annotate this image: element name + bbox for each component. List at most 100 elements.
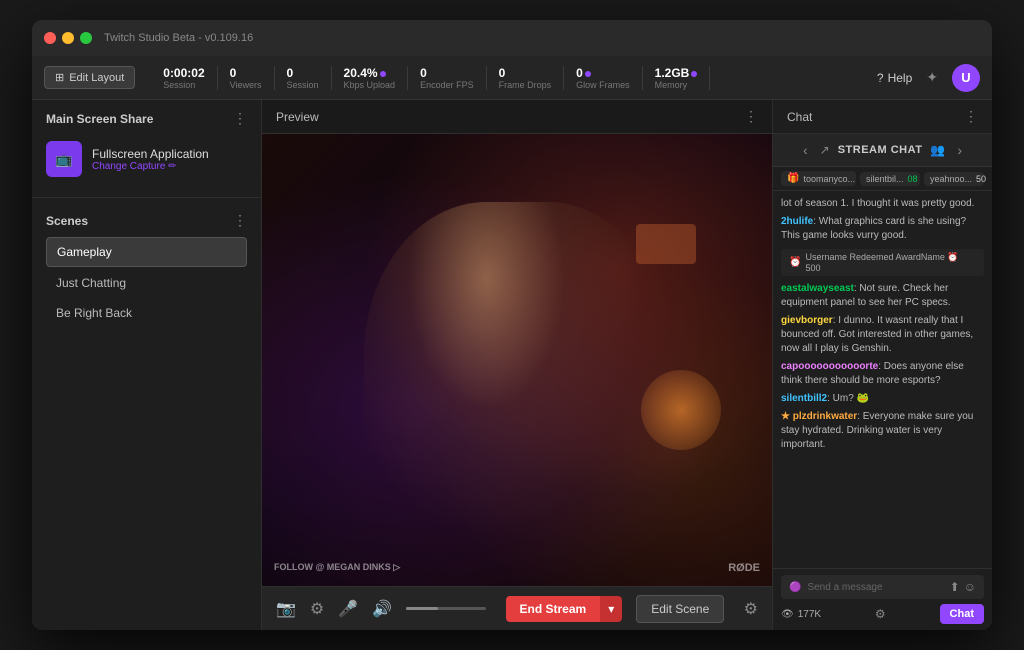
scenes-header: Scenes ⋮ (46, 212, 247, 229)
glow-dot (585, 71, 591, 77)
volume-fill (406, 607, 438, 610)
stat-glow-frames: 0 Glow Frames (564, 66, 643, 90)
monitor-glow (636, 224, 696, 264)
camera-icon[interactable]: 📷 (276, 599, 296, 619)
traffic-lights (44, 32, 92, 44)
capture-header: Main Screen Share ⋮ (46, 110, 247, 127)
chat-message: eastalwayseast: Not sure. Check her equi… (781, 282, 984, 310)
chat-menu-button[interactable]: ⋮ (964, 108, 978, 125)
viewers-icon: 👁 (781, 609, 794, 620)
viewer-badge-2: silentbil... 08 (860, 172, 920, 186)
star-icon[interactable]: ✦ (926, 69, 938, 86)
divider (32, 197, 261, 198)
help-button[interactable]: ? Help (877, 71, 912, 85)
edit-scene-button[interactable]: Edit Scene (636, 595, 724, 623)
chat-message: lot of season 1. I thought it was pretty… (781, 197, 984, 211)
gift-icon: 🎁 (787, 173, 799, 184)
chat-message: capooooooooooorte: Does anyone else thin… (781, 360, 984, 388)
stream-chat-bar: ‹ ↗ STREAM CHAT 👥 › (773, 134, 992, 167)
preview-title: Preview (276, 110, 319, 124)
memory-dot (691, 71, 697, 77)
chat-send-button[interactable]: Chat (940, 604, 984, 624)
stats-bar: ⊞ Edit Layout 0:00:02 Session 0 Viewers … (32, 56, 992, 100)
user-avatar[interactable]: U (952, 64, 980, 92)
minimize-button[interactable] (62, 32, 74, 44)
preview-menu-button[interactable]: ⋮ (744, 108, 758, 125)
scene-gameplay[interactable]: Gameplay (46, 237, 247, 267)
watermark-left: FOLLOW @ MEGAN DINKS ▷ (274, 562, 400, 574)
viewer-badge-1: 🎁 toomanyco... 🎁 100 (781, 171, 856, 186)
stat-frame-drops: 0 Frame Drops (487, 66, 565, 90)
capture-info: Fullscreen Application Change Capture ✏ (92, 147, 209, 172)
chat-icon: ↗ (820, 143, 830, 157)
volume-slider[interactable] (406, 607, 486, 610)
scene-be-right-back[interactable]: Be Right Back (46, 299, 247, 327)
chat-messages: lot of season 1. I thought it was pretty… (773, 191, 992, 568)
app-window: Twitch Studio Beta - v0.109.16 ⊞ Edit La… (32, 20, 992, 630)
stat-viewers: 0 Viewers (218, 66, 275, 90)
maximize-button[interactable] (80, 32, 92, 44)
chat-input-placeholder: Send a message (807, 582, 943, 593)
people-icon: 👥 (930, 143, 945, 157)
viewer-count: 👁 177K (781, 609, 821, 620)
mic-icon[interactable]: 🎤 (338, 599, 358, 619)
settings-icon[interactable]: ⚙ (310, 599, 324, 619)
chat-message: gievborger: I dunno. It wasnt really tha… (781, 314, 984, 356)
close-button[interactable] (44, 32, 56, 44)
viewer-badge-3: yeahnoo... 50 (924, 172, 984, 186)
viewers-row: 🎁 toomanyco... 🎁 100 silentbil... 08 yea… (773, 167, 992, 191)
chat-input-area: 🟣 Send a message ⬆ ☺ 👁 177K ⚙ Chat (773, 568, 992, 630)
capture-app-icon: 📺 (46, 141, 82, 177)
chat-message: ★ plzdrinkwater: Everyone make sure you … (781, 410, 984, 452)
stat-session: 0 Session (275, 66, 332, 90)
chat-input-buttons: ⬆ ☺ (950, 580, 976, 594)
redeem-icon: ⏰ (789, 257, 801, 268)
capture-menu-button[interactable]: ⋮ (233, 110, 247, 127)
window-title: Twitch Studio Beta - v0.109.16 (104, 32, 253, 44)
upload-icon[interactable]: ⬆ (950, 580, 960, 594)
layout-icon: ⊞ (55, 71, 64, 84)
preview-header: Preview ⋮ (262, 100, 772, 134)
title-bar: Twitch Studio Beta - v0.109.16 (32, 20, 992, 56)
scenes-menu-button[interactable]: ⋮ (233, 212, 247, 229)
stat-memory: 1.2GB Memory (643, 66, 711, 90)
stream-controls: End Stream ▾ (506, 596, 623, 622)
redeem-notification: ⏰ Username Redeemed AwardName ⏰ 500 (781, 249, 984, 276)
twitch-icon: 🟣 (789, 582, 801, 593)
chat-prev-button[interactable]: ‹ (799, 140, 812, 160)
question-icon: ? (877, 71, 884, 85)
bottom-bar: 📷 ⚙ 🎤 🔊 End Stream ▾ Edit Scene ⚙ (262, 586, 772, 630)
stats-right: ? Help ✦ U (877, 64, 980, 92)
kbps-dot (380, 71, 386, 77)
change-capture-link[interactable]: Change Capture ✏ (92, 161, 209, 172)
edit-layout-button[interactable]: ⊞ Edit Layout (44, 66, 135, 89)
preview-video: FOLLOW @ MEGAN DINKS ▷ RØDE (262, 134, 772, 586)
end-stream-button[interactable]: End Stream (506, 596, 601, 622)
preview-area: Preview ⋮ FOLLOW @ MEGAN DINKS ▷ RØDE 📷 … (262, 100, 772, 630)
chat-settings-icon[interactable]: ⚙ (875, 607, 886, 621)
capture-item: 📺 Fullscreen Application Change Capture … (46, 135, 247, 183)
stat-encoder-fps: 0 Encoder FPS (408, 66, 487, 90)
chat-message: 2hulife: What graphics card is she using… (781, 215, 984, 243)
chat-input-row: 🟣 Send a message ⬆ ☺ (781, 575, 984, 599)
chat-title: Chat (787, 110, 812, 124)
volume-icon[interactable]: 🔊 (372, 599, 392, 619)
watermark-right: RØDE (728, 562, 760, 574)
main-content: Main Screen Share ⋮ 📺 Fullscreen Applica… (32, 100, 992, 630)
stream-chat-label: STREAM CHAT (838, 144, 923, 156)
chat-next-button[interactable]: › (953, 140, 966, 160)
scene-just-chatting[interactable]: Just Chatting (46, 269, 247, 297)
chat-message: silentbill2: Um? 🐸 (781, 392, 984, 406)
stat-kbps: 20.4% Kbps Upload (332, 66, 409, 90)
scenes-section: Scenes ⋮ Gameplay Just Chatting Be Right… (32, 202, 261, 630)
end-stream-dropdown[interactable]: ▾ (600, 596, 622, 622)
settings-gear-icon[interactable]: ⚙ (744, 599, 758, 619)
sidebar: Main Screen Share ⋮ 📺 Fullscreen Applica… (32, 100, 262, 630)
stat-session-time: 0:00:02 Session (151, 66, 217, 90)
streamer-figure (364, 202, 670, 586)
capture-section: Main Screen Share ⋮ 📺 Fullscreen Applica… (32, 100, 261, 193)
room-light (641, 370, 721, 450)
emoji-icon[interactable]: ☺ (964, 580, 976, 594)
chat-header: Chat ⋮ (773, 100, 992, 134)
chat-bottom-row: 👁 177K ⚙ Chat (781, 604, 984, 624)
